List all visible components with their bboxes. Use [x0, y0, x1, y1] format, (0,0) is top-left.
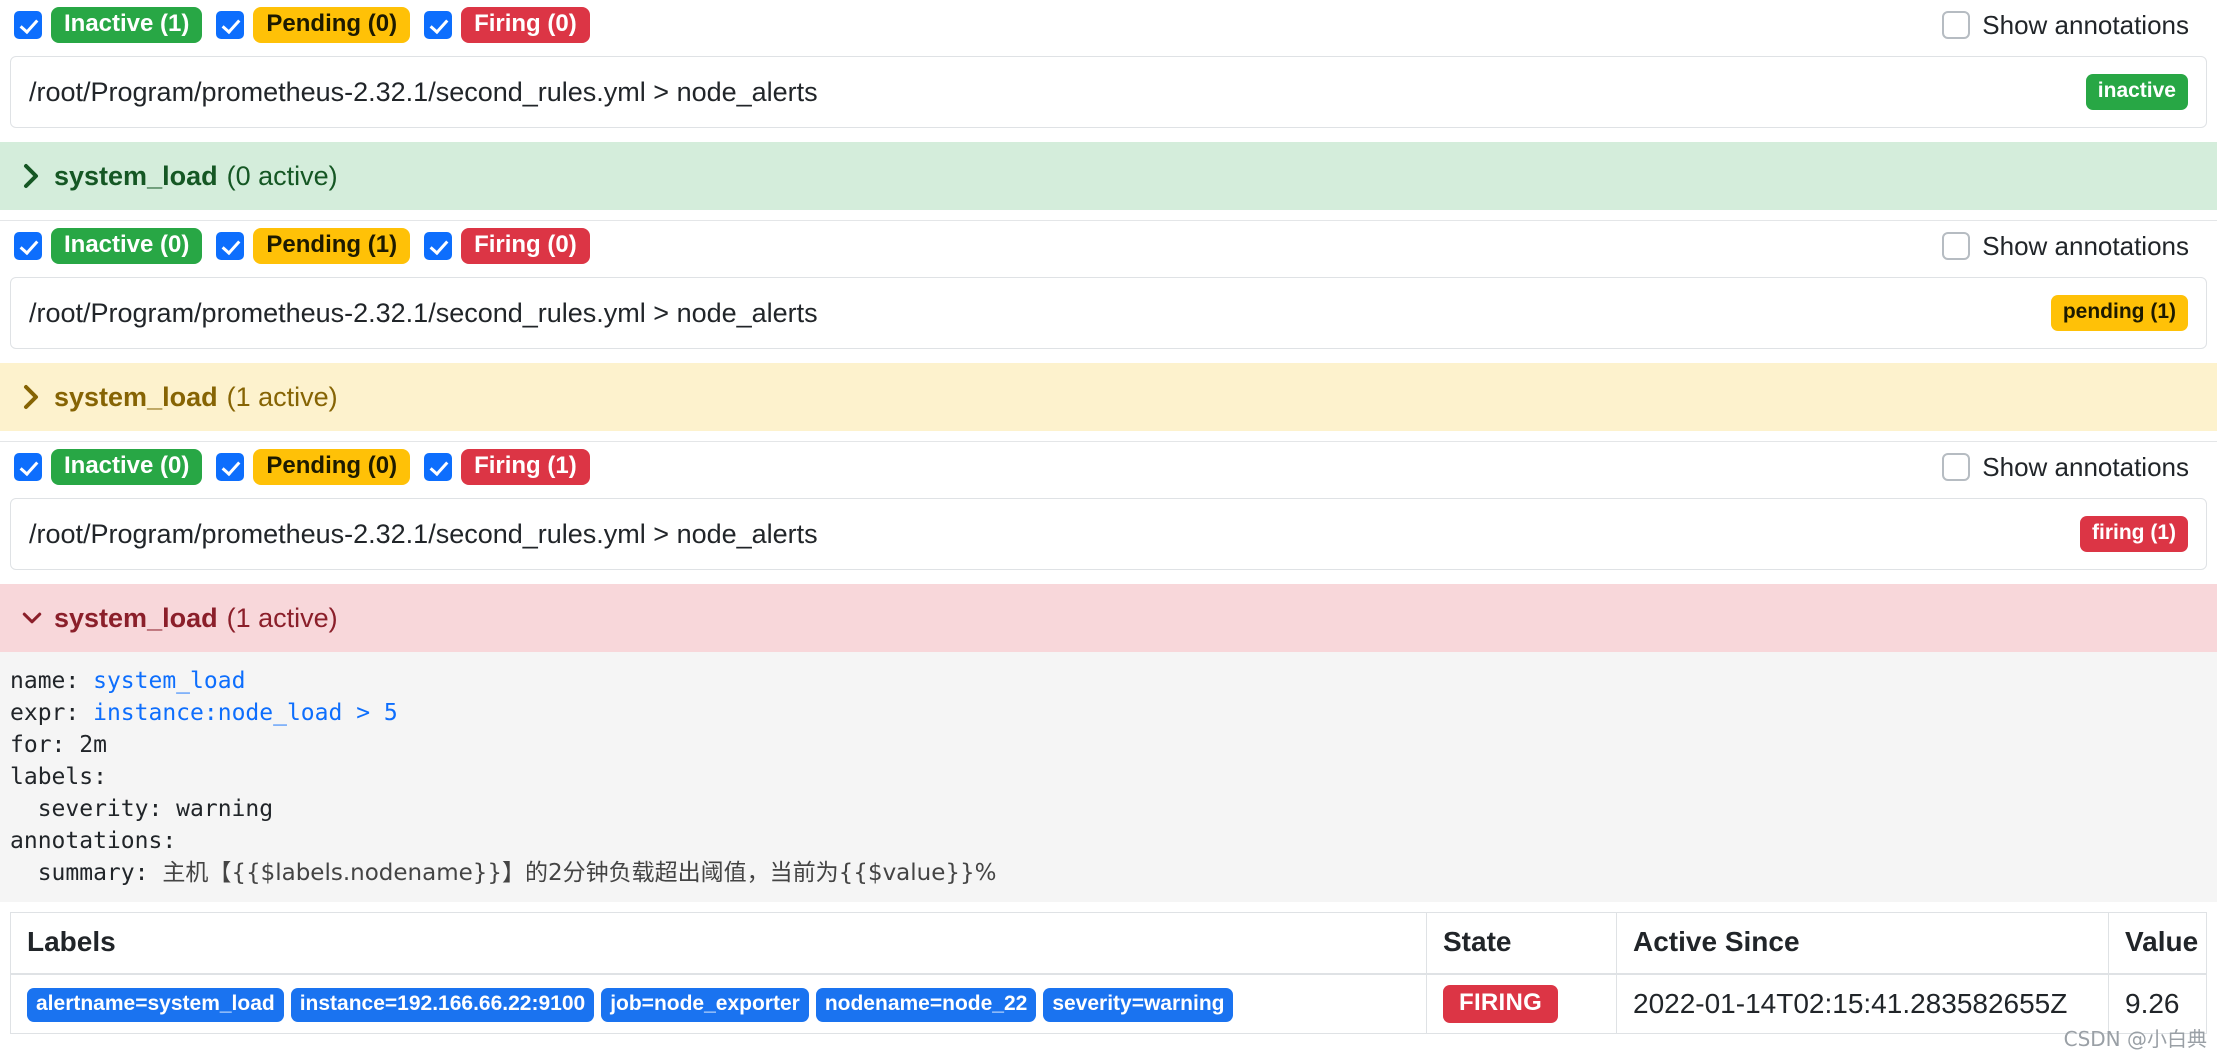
cell-labels: alertname=system_load instance=192.166.66… — [10, 973, 1427, 1034]
rule-file-path: /root/Program/prometheus-2.32.1/second_r… — [29, 518, 818, 549]
state-filter-group: Inactive (1) Pending (0) Firing (0) — [14, 6, 590, 44]
filter-pending[interactable]: Pending (1) — [216, 227, 411, 265]
rule-file-path: /root/Program/prometheus-2.32.1/second_r… — [29, 297, 818, 328]
checkbox-firing-icon[interactable] — [424, 11, 453, 39]
checkbox-firing-icon[interactable] — [424, 453, 453, 481]
label-chip-severity: severity=warning — [1043, 988, 1234, 1022]
filter-bar: Inactive (0) Pending (0) Firing (1) Show… — [0, 442, 2217, 492]
rule-group-name: system_load — [54, 381, 218, 412]
rule-file-card: /root/Program/prometheus-2.32.1/second_r… — [10, 56, 2207, 128]
state-filter-group: Inactive (0) Pending (0) Firing (1) — [14, 448, 590, 486]
filter-label-inactive: Inactive (0) — [51, 227, 203, 265]
state-filter-group: Inactive (0) Pending (1) Firing (0) — [14, 227, 590, 265]
show-annotations-toggle[interactable]: Show annotations — [1942, 452, 2203, 483]
show-annotations-label: Show annotations — [1982, 9, 2189, 40]
rule-file-state-badge: pending (1) — [2050, 295, 2188, 331]
column-header-active-since: Active Since — [1616, 912, 2109, 975]
filter-firing[interactable]: Firing (1) — [424, 448, 590, 486]
rule-group-header-system-load[interactable]: system_load (0 active) — [0, 142, 2217, 210]
section-divider — [0, 431, 2217, 442]
filter-label-inactive: Inactive (1) — [51, 6, 203, 44]
rule-file-state-badge: firing (1) — [2080, 516, 2188, 552]
cell-state: FIRING — [1426, 973, 1617, 1034]
rule-group-name: system_load — [54, 160, 218, 191]
rule-group-header-system-load[interactable]: system_load (1 active) — [0, 363, 2217, 431]
checkbox-pending-icon[interactable] — [216, 11, 245, 39]
chevron-down-icon — [22, 608, 42, 628]
filter-pending[interactable]: Pending (0) — [216, 6, 411, 44]
rule-group-active-count: (1 active) — [226, 602, 338, 633]
chevron-right-icon — [22, 384, 42, 410]
status-badge-firing: FIRING — [1443, 984, 1559, 1024]
table-row: alertname=system_load instance=192.166.66… — [10, 973, 2207, 1034]
rule-file-path: /root/Program/prometheus-2.32.1/second_r… — [29, 76, 818, 107]
column-header-labels: Labels — [10, 912, 1427, 975]
yaml-name-key: name: — [10, 668, 94, 694]
show-annotations-label: Show annotations — [1982, 230, 2189, 261]
filter-label-inactive: Inactive (0) — [51, 448, 203, 486]
rule-group-active-count: (0 active) — [226, 160, 338, 191]
filter-pending[interactable]: Pending (0) — [216, 448, 411, 486]
filter-firing[interactable]: Firing (0) — [424, 6, 590, 44]
rule-file-state-badge: inactive — [2085, 74, 2188, 110]
rule-group-name: system_load — [54, 602, 218, 633]
yaml-summary-key: summary: — [10, 859, 163, 886]
rule-group-header-system-load[interactable]: system_load (1 active) — [0, 584, 2217, 652]
alerts-table: Labels State Active Since Value alertnam… — [10, 911, 2207, 1035]
yaml-for-line: for: 2m — [10, 731, 107, 758]
checkbox-inactive-icon[interactable] — [14, 11, 42, 39]
filter-label-firing: Firing (0) — [461, 6, 590, 44]
checkbox-show-annotations-icon[interactable] — [1942, 11, 1971, 39]
yaml-labels-severity: severity: warning — [10, 795, 274, 822]
filter-inactive[interactable]: Inactive (1) — [14, 6, 203, 44]
filter-firing[interactable]: Firing (0) — [424, 227, 590, 265]
checkbox-show-annotations-icon[interactable] — [1942, 232, 1971, 260]
cell-active-since: 2022-01-14T02:15:41.283582655Z — [1616, 973, 2109, 1034]
alert-section-pending: Inactive (0) Pending (1) Firing (0) Show… — [0, 221, 2217, 442]
filter-bar: Inactive (0) Pending (1) Firing (0) Show… — [0, 221, 2217, 271]
label-chip-alertname: alertname=system_load — [27, 988, 284, 1022]
filter-inactive[interactable]: Inactive (0) — [14, 448, 203, 486]
label-chip-instance: instance=192.166.66.22:9100 — [290, 988, 595, 1022]
filter-label-pending: Pending (0) — [253, 6, 411, 44]
cell-value: 9.26 — [2109, 974, 2207, 1034]
rule-file-card: /root/Program/prometheus-2.32.1/second_r… — [10, 277, 2207, 349]
checkbox-pending-icon[interactable] — [216, 232, 245, 260]
filter-inactive[interactable]: Inactive (0) — [14, 227, 203, 265]
alert-section-firing: Inactive (0) Pending (0) Firing (1) Show… — [0, 442, 2217, 1035]
column-header-state: State — [1426, 912, 1617, 975]
label-chip-nodename: nodename=node_22 — [815, 988, 1037, 1022]
show-annotations-toggle[interactable]: Show annotations — [1942, 10, 2203, 41]
section-divider — [0, 210, 2217, 221]
alert-section-inactive: Inactive (1) Pending (0) Firing (0) Show… — [0, 0, 2217, 221]
alert-value: 9.26 — [2125, 987, 2180, 1019]
filter-label-firing: Firing (0) — [461, 227, 590, 265]
chevron-right-icon — [22, 163, 42, 189]
checkbox-inactive-icon[interactable] — [14, 453, 42, 481]
filter-label-firing: Firing (1) — [461, 448, 590, 486]
checkbox-show-annotations-icon[interactable] — [1942, 453, 1971, 481]
yaml-summary-value: 主机【{{$labels.nodename}}】的2分钟负载超出阈值，当前为{{… — [162, 859, 997, 886]
checkbox-pending-icon[interactable] — [216, 453, 245, 481]
label-chip-job: job=node_exporter — [601, 988, 809, 1022]
yaml-expr-key: expr: — [10, 699, 94, 726]
column-header-value: Value — [2108, 912, 2207, 975]
rule-group-active-count: (1 active) — [226, 381, 338, 412]
yaml-labels-line: labels: — [10, 763, 107, 790]
checkbox-inactive-icon[interactable] — [14, 232, 42, 260]
yaml-annotations-line: annotations: — [10, 827, 177, 854]
filter-bar: Inactive (1) Pending (0) Firing (0) Show… — [0, 0, 2217, 50]
rule-name-link[interactable]: system_load — [93, 668, 245, 694]
rule-file-card: /root/Program/prometheus-2.32.1/second_r… — [10, 498, 2207, 570]
checkbox-firing-icon[interactable] — [424, 232, 453, 260]
filter-label-pending: Pending (1) — [253, 227, 411, 265]
table-header-row: Labels State Active Since Value — [10, 912, 2207, 975]
rule-expr-link[interactable]: instance:node_load > 5 — [93, 700, 398, 726]
active-since-timestamp: 2022-01-14T02:15:41.283582655Z — [1633, 987, 2068, 1019]
show-annotations-toggle[interactable]: Show annotations — [1942, 231, 2203, 262]
show-annotations-label: Show annotations — [1982, 451, 2189, 482]
rule-definition-yaml: name: system_load expr: instance:node_lo… — [0, 652, 2217, 902]
filter-label-pending: Pending (0) — [253, 448, 411, 486]
